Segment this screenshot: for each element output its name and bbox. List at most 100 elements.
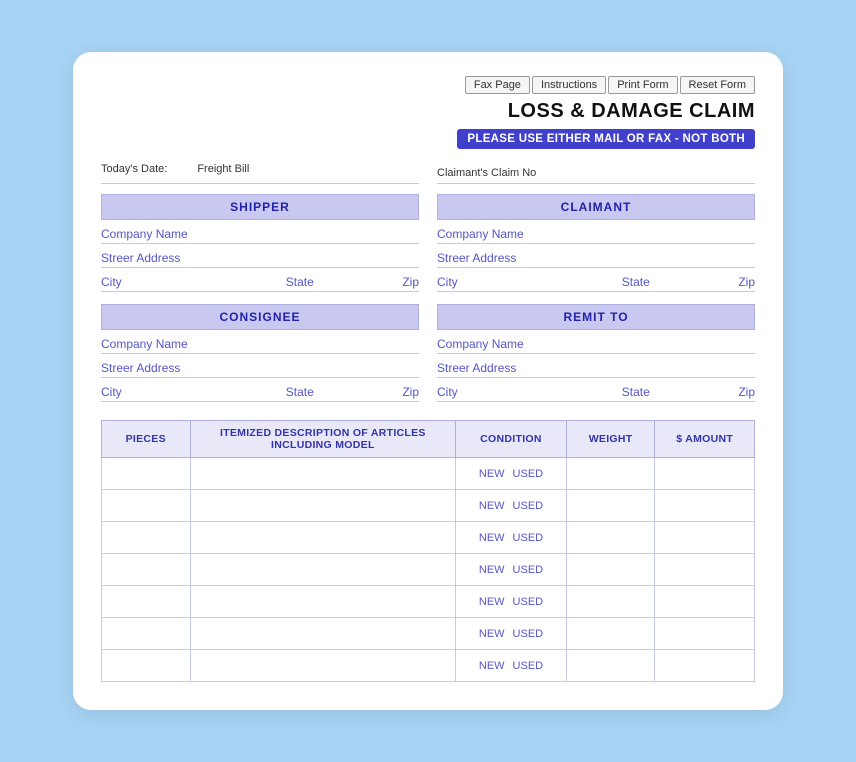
cell-condition: NEW USED bbox=[456, 458, 567, 490]
claimant-state: State bbox=[596, 275, 676, 289]
cell-pieces[interactable] bbox=[102, 490, 191, 522]
shipper-city-row: City State Zip bbox=[101, 268, 419, 292]
cell-amount[interactable] bbox=[655, 586, 755, 618]
consignee-zip: Zip bbox=[340, 385, 420, 399]
condition-option-used[interactable]: USED bbox=[513, 564, 544, 576]
cell-condition: NEW USED bbox=[456, 618, 567, 650]
col-header-condition: CONDITION bbox=[456, 421, 567, 458]
cell-weight[interactable] bbox=[566, 458, 655, 490]
cell-description[interactable] bbox=[190, 490, 456, 522]
cell-amount[interactable] bbox=[655, 618, 755, 650]
cell-amount[interactable] bbox=[655, 650, 755, 682]
condition-option-used[interactable]: USED bbox=[513, 660, 544, 672]
col-header-pieces: PIECES bbox=[102, 421, 191, 458]
col-header-description: ITEMIZED DESCRIPTION OF ARTICLES INCLUDI… bbox=[190, 421, 456, 458]
condition-option-new[interactable]: NEW bbox=[479, 596, 505, 608]
condition-option-new[interactable]: NEW bbox=[479, 500, 505, 512]
table-row: NEW USED bbox=[102, 650, 755, 682]
fax-page-btn[interactable]: Fax Page bbox=[465, 76, 530, 94]
cell-amount[interactable] bbox=[655, 458, 755, 490]
remit-to-city: City bbox=[437, 385, 596, 399]
claimant-company-name: Company Name bbox=[437, 220, 755, 244]
cell-weight[interactable] bbox=[566, 650, 655, 682]
cell-condition: NEW USED bbox=[456, 554, 567, 586]
consignee-company-name: Company Name bbox=[101, 330, 419, 354]
condition-option-used[interactable]: USED bbox=[513, 500, 544, 512]
claimants-claim-no: Claimant's Claim No bbox=[437, 163, 755, 184]
cell-amount[interactable] bbox=[655, 490, 755, 522]
shipper-zip: Zip bbox=[340, 275, 420, 289]
cell-description[interactable] bbox=[190, 586, 456, 618]
cell-description[interactable] bbox=[190, 618, 456, 650]
print-form-btn[interactable]: Print Form bbox=[608, 76, 677, 94]
condition-option-new[interactable]: NEW bbox=[479, 532, 505, 544]
shipper-header: SHIPPER bbox=[101, 194, 419, 220]
shipper-street-address: Streer Address bbox=[101, 244, 419, 268]
top-buttons: Fax Page Instructions Print Form Reset F… bbox=[101, 76, 755, 94]
consignee-street-address: Streer Address bbox=[101, 354, 419, 378]
cell-amount[interactable] bbox=[655, 522, 755, 554]
condition-option-new[interactable]: NEW bbox=[479, 564, 505, 576]
form-title: LOSS & DAMAGE CLAIM bbox=[101, 100, 755, 123]
cell-pieces[interactable] bbox=[102, 618, 191, 650]
freight-bill-label: Freight Bill bbox=[197, 163, 249, 181]
cell-description[interactable] bbox=[190, 458, 456, 490]
condition-option-used[interactable]: USED bbox=[513, 468, 544, 480]
cell-description[interactable] bbox=[190, 554, 456, 586]
cell-description[interactable] bbox=[190, 522, 456, 554]
remit-to-header: REMIT TO bbox=[437, 304, 755, 330]
claimant-street-address: Streer Address bbox=[437, 244, 755, 268]
cell-weight[interactable] bbox=[566, 618, 655, 650]
shipper-company-name: Company Name bbox=[101, 220, 419, 244]
cell-weight[interactable] bbox=[566, 522, 655, 554]
reset-form-btn[interactable]: Reset Form bbox=[680, 76, 755, 94]
cell-weight[interactable] bbox=[566, 586, 655, 618]
cell-pieces[interactable] bbox=[102, 586, 191, 618]
col-header-amount: $ AMOUNT bbox=[655, 421, 755, 458]
cell-condition: NEW USED bbox=[456, 586, 567, 618]
cell-pieces[interactable] bbox=[102, 554, 191, 586]
consignee-header: CONSIGNEE bbox=[101, 304, 419, 330]
cell-pieces[interactable] bbox=[102, 522, 191, 554]
cell-amount[interactable] bbox=[655, 554, 755, 586]
table-row: NEW USED bbox=[102, 586, 755, 618]
shipper-section: SHIPPER Company Name Streer Address City… bbox=[101, 194, 419, 292]
form-container: Fax Page Instructions Print Form Reset F… bbox=[73, 52, 783, 710]
cell-condition: NEW USED bbox=[456, 522, 567, 554]
condition-option-used[interactable]: USED bbox=[513, 532, 544, 544]
cell-weight[interactable] bbox=[566, 554, 655, 586]
condition-option-new[interactable]: NEW bbox=[479, 628, 505, 640]
claimant-zip: Zip bbox=[676, 275, 756, 289]
consignee-city-row: City State Zip bbox=[101, 378, 419, 402]
cell-weight[interactable] bbox=[566, 490, 655, 522]
table-row: NEW USED bbox=[102, 618, 755, 650]
cell-pieces[interactable] bbox=[102, 650, 191, 682]
remit-to-state: State bbox=[596, 385, 676, 399]
condition-option-used[interactable]: USED bbox=[513, 628, 544, 640]
notice-bar: PLEASE USE EITHER MAIL OR FAX - NOT BOTH bbox=[457, 129, 755, 149]
condition-option-new[interactable]: NEW bbox=[479, 468, 505, 480]
cell-pieces[interactable] bbox=[102, 458, 191, 490]
condition-option-new[interactable]: NEW bbox=[479, 660, 505, 672]
consignee-remit-row: CONSIGNEE Company Name Streer Address Ci… bbox=[101, 304, 755, 406]
items-table: PIECES ITEMIZED DESCRIPTION OF ARTICLES … bbox=[101, 420, 755, 682]
table-row: NEW USED bbox=[102, 458, 755, 490]
shipper-state: State bbox=[260, 275, 340, 289]
shipper-claimant-row: SHIPPER Company Name Streer Address City… bbox=[101, 194, 755, 296]
cell-description[interactable] bbox=[190, 650, 456, 682]
cell-condition: NEW USED bbox=[456, 650, 567, 682]
claimant-header: CLAIMANT bbox=[437, 194, 755, 220]
remit-to-city-row: City State Zip bbox=[437, 378, 755, 402]
table-row: NEW USED bbox=[102, 522, 755, 554]
shipper-city: City bbox=[101, 275, 260, 289]
remit-to-section: REMIT TO Company Name Streer Address Cit… bbox=[437, 304, 755, 402]
condition-option-used[interactable]: USED bbox=[513, 596, 544, 608]
date-freight-left: Today's Date: Freight Bill bbox=[101, 163, 419, 184]
consignee-section: CONSIGNEE Company Name Streer Address Ci… bbox=[101, 304, 419, 402]
table-row: NEW USED bbox=[102, 490, 755, 522]
consignee-city: City bbox=[101, 385, 260, 399]
claimants-claim-no-label: Claimant's Claim No bbox=[437, 167, 536, 179]
cell-condition: NEW USED bbox=[456, 490, 567, 522]
instructions-btn[interactable]: Instructions bbox=[532, 76, 606, 94]
col-header-weight: WEIGHT bbox=[566, 421, 655, 458]
